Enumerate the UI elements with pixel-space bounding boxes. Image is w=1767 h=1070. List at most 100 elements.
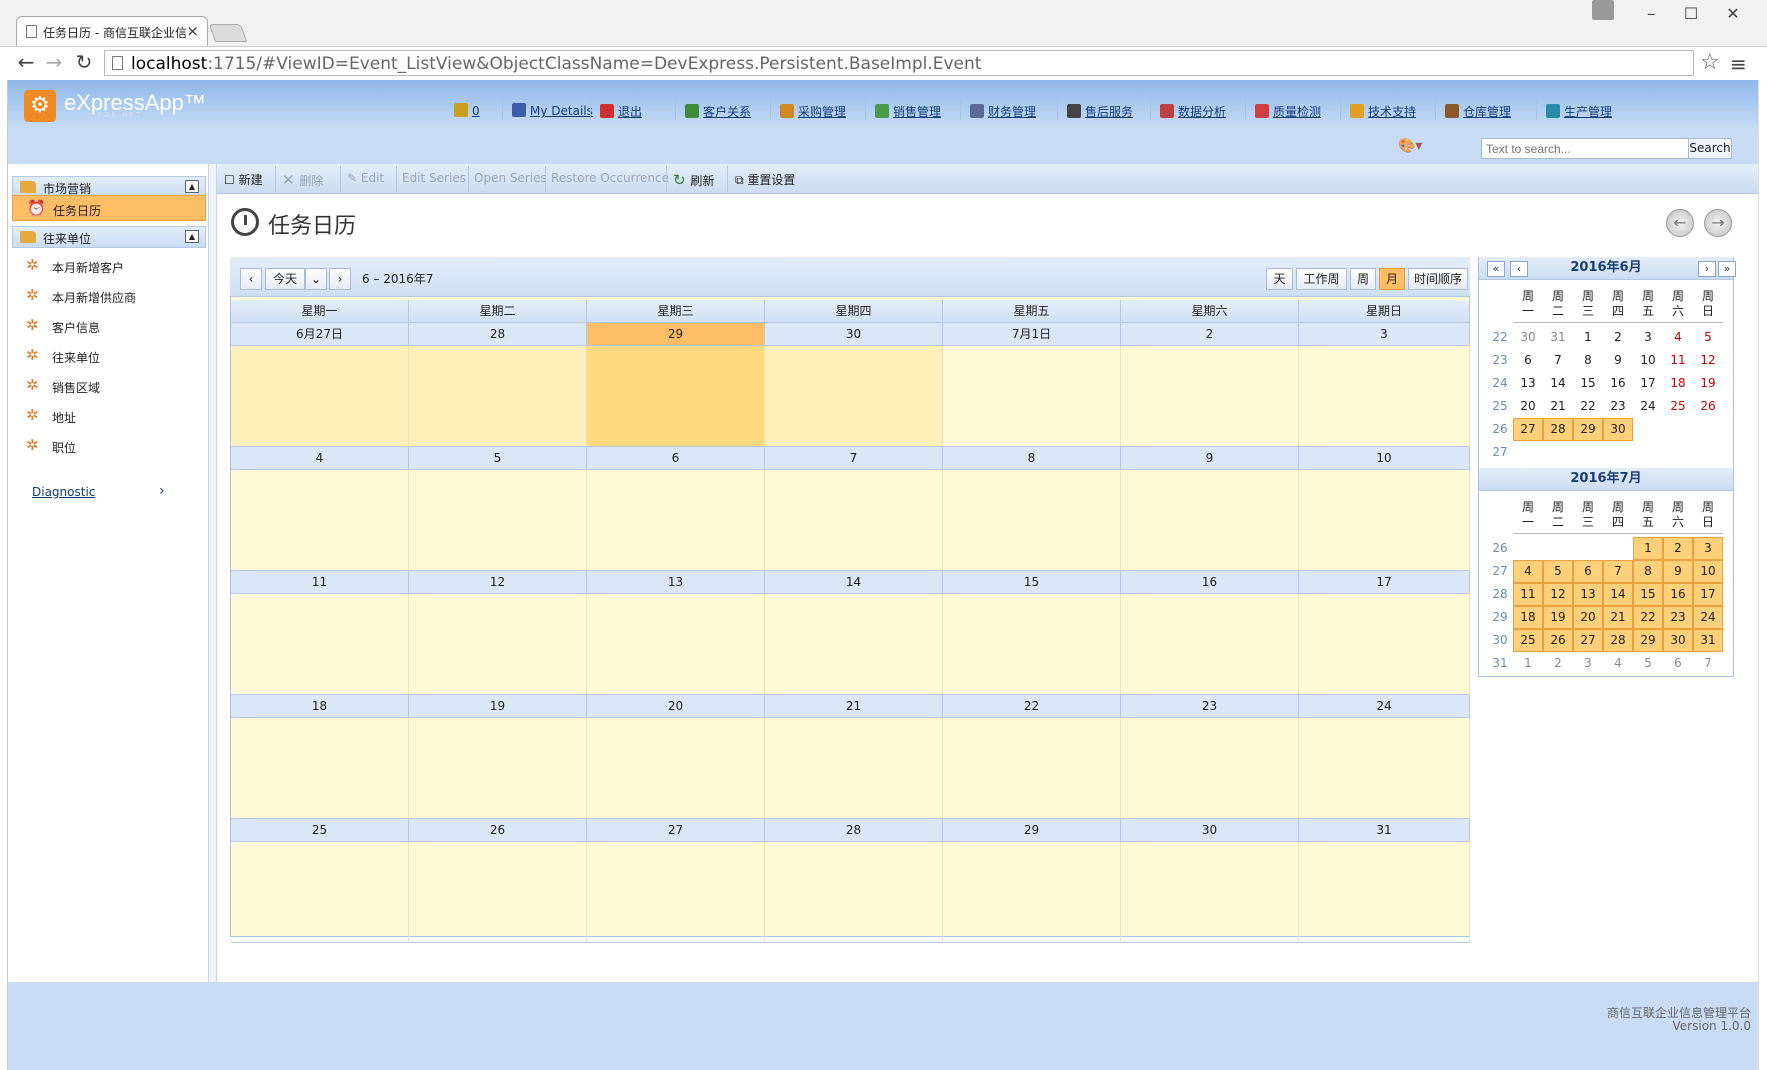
day-cell[interactable] [1121,718,1299,819]
sidebar-item[interactable]: ✲ 本月新增客户 [12,253,206,279]
day-cell[interactable] [943,346,1121,447]
topnav-item[interactable]: 采购管理 [780,103,846,120]
mini-day[interactable]: 11 [1663,349,1693,372]
topnav-item[interactable]: My Details [512,103,593,118]
today-button[interactable]: 今天 [265,268,305,290]
topnav-item[interactable]: 质量检测 [1255,103,1321,120]
browser-tab[interactable]: 任务日历 - 商信互联企业信 × [16,16,208,46]
today-dropdown-icon[interactable]: ⌄ [305,268,327,290]
day-header[interactable]: 10 [1299,447,1470,470]
mini-day[interactable]: 4 [1603,652,1633,675]
day-header[interactable]: 7 [765,447,943,470]
mini-day[interactable]: 24 [1633,395,1663,418]
mini-day[interactable]: 10 [1633,349,1663,372]
day-header[interactable]: 28 [409,323,587,346]
day-cell[interactable] [943,718,1121,819]
theme-palette-icon[interactable]: 🎨▾ [1398,138,1422,154]
back-icon[interactable]: ← [14,50,38,74]
day-cell[interactable] [765,470,943,571]
day-header[interactable]: 18 [231,695,409,718]
mini-day[interactable]: 26 [1693,395,1723,418]
mini-day[interactable]: 8 [1573,349,1603,372]
day-cell[interactable] [1121,842,1299,943]
mini-day[interactable]: 13 [1513,372,1543,395]
day-cell[interactable] [231,470,409,571]
edit-series-button[interactable]: Edit Series [402,171,466,185]
previous-record-button[interactable]: ← [1666,209,1694,237]
topnav-item[interactable]: 客户关系 [685,103,751,120]
day-cell[interactable] [587,842,765,943]
mini-day[interactable]: 5 [1633,652,1663,675]
sidebar-splitter[interactable] [209,164,217,988]
mini-day[interactable]: 31 [1693,629,1723,652]
mini-day[interactable]: 9 [1603,349,1633,372]
new-button[interactable]: ☐ 新建 [224,171,263,188]
close-tab-icon[interactable]: × [186,22,199,40]
mini-day[interactable]: 28 [1603,629,1633,652]
sidebar-item[interactable]: ✲ 销售区域 [12,373,206,399]
mini-day[interactable]: 4 [1663,326,1693,349]
day-header[interactable]: 6月27日 [231,323,409,346]
mini-day[interactable]: 6 [1573,560,1603,583]
day-header[interactable]: 27 [587,819,765,842]
reset-settings-button[interactable]: ⧉ 重置设置 [735,171,795,188]
mini-day[interactable]: 21 [1543,395,1573,418]
diagnostic-link[interactable]: Diagnostic [32,485,95,499]
day-header[interactable]: 26 [409,819,587,842]
day-cell[interactable] [943,470,1121,571]
day-header[interactable]: 23 [1121,695,1299,718]
day-header[interactable]: 28 [765,819,943,842]
day-cell[interactable] [231,346,409,447]
day-header[interactable]: 25 [231,819,409,842]
mini-day[interactable]: 15 [1633,583,1663,606]
collapse-icon[interactable]: ▲ [185,180,199,193]
day-header[interactable]: 13 [587,571,765,594]
delete-button[interactable]: ✕ 删除 [282,171,323,189]
mini-day[interactable]: 6 [1513,349,1543,372]
profile-icon[interactable] [1592,0,1614,20]
day-cell[interactable] [1121,470,1299,571]
topnav-item[interactable]: 仓库管理 [1445,103,1511,120]
mini-day[interactable]: 7 [1543,349,1573,372]
chevron-right-icon[interactable]: › [159,483,165,499]
nav-group-partners[interactable]: 往来单位 ▲ [12,226,206,248]
mini-day[interactable]: 27 [1573,629,1603,652]
mini-day[interactable]: 26 [1543,629,1573,652]
mini-day[interactable]: 4 [1513,560,1543,583]
minimize-icon[interactable]: – [1636,4,1666,26]
mini-day[interactable]: 16 [1663,583,1693,606]
mini-day[interactable]: 24 [1693,606,1723,629]
day-cell[interactable] [765,842,943,943]
mini-day[interactable]: 30 [1513,326,1543,349]
chevron-left-icon[interactable]: ‹ [1510,261,1528,277]
day-cell[interactable] [1121,594,1299,695]
view-button[interactable]: 天 [1266,268,1293,290]
view-button[interactable]: 月 [1379,268,1405,290]
day-cell[interactable] [1299,346,1470,447]
mini-day[interactable]: 20 [1513,395,1543,418]
mini-day[interactable]: 14 [1543,372,1573,395]
mini-day[interactable]: 10 [1693,560,1723,583]
topnav-item[interactable]: 退出 [600,103,642,120]
day-cell[interactable] [409,346,587,447]
view-button[interactable]: 时间顺序 [1408,268,1468,290]
day-header[interactable]: 6 [587,447,765,470]
mini-day[interactable]: 11 [1513,583,1543,606]
day-cell[interactable] [1299,718,1470,819]
refresh-button[interactable]: ↻ 刷新 [673,171,714,189]
scheduler-prev-button[interactable]: ‹ [240,268,262,290]
maximize-icon[interactable]: ☐ [1676,4,1706,26]
page-scrollbar[interactable] [1758,80,1767,1070]
day-header[interactable]: 3 [1299,323,1470,346]
mini-day[interactable]: 2 [1663,537,1693,560]
search-button[interactable]: Search [1688,138,1732,159]
mini-day[interactable]: 1 [1633,537,1663,560]
mini-day[interactable]: 25 [1513,629,1543,652]
day-header[interactable]: 4 [231,447,409,470]
mini-day[interactable]: 19 [1693,372,1723,395]
day-header[interactable]: 21 [765,695,943,718]
day-cell[interactable] [1299,594,1470,695]
day-header[interactable]: 30 [765,323,943,346]
open-series-button[interactable]: Open Series [474,171,547,185]
mini-day[interactable]: 12 [1543,583,1573,606]
